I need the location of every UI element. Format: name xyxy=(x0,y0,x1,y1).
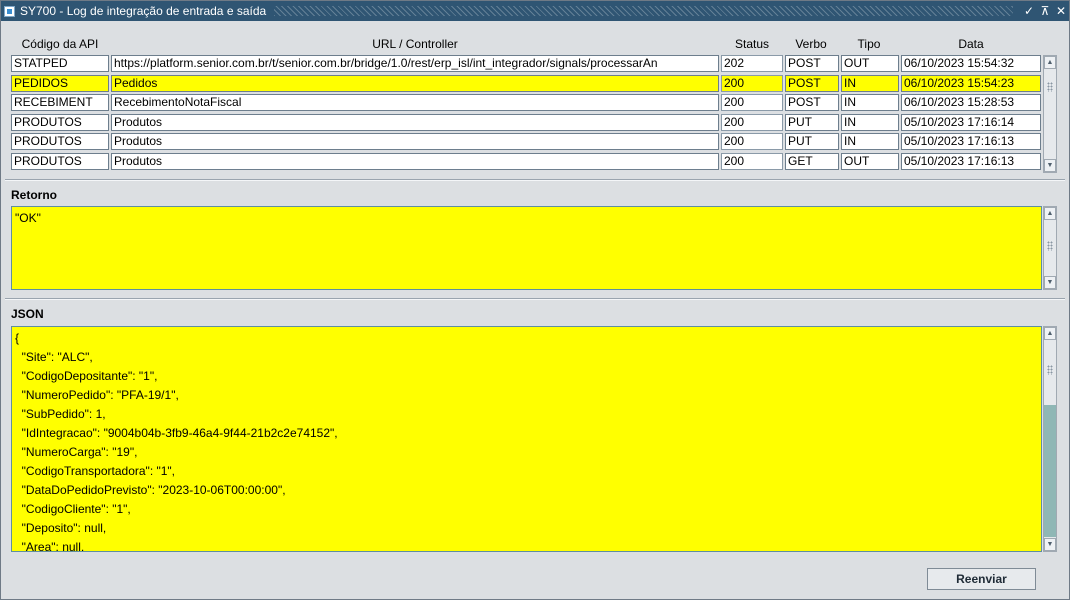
cell-verbo[interactable]: PUT xyxy=(785,113,839,131)
cell-tipo[interactable]: IN xyxy=(841,94,899,111)
header-codigo-api: Código da API xyxy=(21,37,99,51)
cell-api[interactable]: PEDIDOS xyxy=(11,74,109,92)
cell-verbo[interactable]: PUT xyxy=(785,133,839,150)
json-line: "CodigoTransportadora": "1", xyxy=(15,464,176,478)
header-url-controller: URL / Controller xyxy=(372,37,458,51)
retorno-field[interactable]: "OK" xyxy=(11,206,1042,290)
scroll-down-icon[interactable]: ▼ xyxy=(1044,159,1056,172)
cell-data[interactable]: 06/10/2023 15:54:32 xyxy=(901,55,1041,72)
cell-api[interactable]: RECEBIMENT xyxy=(11,94,109,111)
divider xyxy=(5,298,1065,300)
cell-tipo[interactable]: IN xyxy=(841,133,899,150)
cell-url[interactable]: RecebimentoNotaFiscal xyxy=(111,94,719,111)
scroll-up-icon[interactable]: ▲ xyxy=(1044,207,1056,220)
json-line: "Area": null, xyxy=(15,540,85,552)
window-title: SY700 - Log de integração de entrada e s… xyxy=(20,4,267,18)
json-line: "NumeroPedido": "PFA-19/1", xyxy=(15,388,179,402)
cell-data[interactable]: 06/10/2023 15:54:23 xyxy=(901,74,1041,92)
json-line: "Site": "ALC", xyxy=(15,350,93,364)
header-tipo: Tipo xyxy=(857,37,881,51)
cell-api[interactable]: PRODUTOS xyxy=(11,152,109,170)
scroll-grip[interactable] xyxy=(1047,82,1053,92)
cell-tipo[interactable]: OUT xyxy=(841,152,899,170)
cell-status[interactable]: 200 xyxy=(721,113,783,131)
cell-status[interactable]: 200 xyxy=(721,152,783,170)
json-line: "DataDoPedidoPrevisto": "2023-10-06T00:0… xyxy=(15,483,286,497)
cell-url[interactable]: Produtos xyxy=(111,113,719,131)
cell-data[interactable]: 05/10/2023 17:16:14 xyxy=(901,113,1041,131)
cell-url[interactable]: Produtos xyxy=(111,152,719,170)
json-field[interactable]: { "Site": "ALC", "CodigoDepositante": "1… xyxy=(11,326,1042,552)
json-line: "CodigoDepositante": "1", xyxy=(15,369,158,383)
title-pattern xyxy=(274,6,1013,16)
cell-tipo[interactable]: OUT xyxy=(841,55,899,72)
json-line: { xyxy=(15,331,20,345)
app-icon xyxy=(4,5,15,17)
header-data: Data xyxy=(958,37,984,51)
retorno-label: Retorno xyxy=(11,188,57,202)
cell-status[interactable]: 200 xyxy=(721,133,783,150)
cell-api[interactable]: PRODUTOS xyxy=(11,133,109,150)
cell-verbo[interactable]: POST xyxy=(785,94,839,111)
cell-url[interactable]: Pedidos xyxy=(111,74,719,92)
close-icon[interactable]: ✕ xyxy=(1053,4,1069,18)
header-verbo: Verbo xyxy=(795,37,827,51)
cell-status[interactable]: 202 xyxy=(721,55,783,72)
cell-status[interactable]: 200 xyxy=(721,94,783,111)
retorno-scrollbar[interactable]: ▲ ▼ xyxy=(1043,206,1057,290)
cell-api[interactable]: PRODUTOS xyxy=(11,113,109,131)
cell-api[interactable]: STATPED xyxy=(11,55,109,72)
cell-data[interactable]: 05/10/2023 17:16:13 xyxy=(901,152,1041,170)
scroll-thumb[interactable] xyxy=(1044,405,1056,537)
scroll-grip[interactable] xyxy=(1047,365,1053,375)
cell-verbo[interactable]: POST xyxy=(785,55,839,72)
scroll-down-icon[interactable]: ▼ xyxy=(1044,276,1056,289)
reenviar-button[interactable]: Reenviar xyxy=(927,568,1036,590)
cell-url[interactable]: https://platform.senior.com.br/t/senior.… xyxy=(111,55,719,72)
json-label: JSON xyxy=(11,307,44,321)
grid-scrollbar[interactable]: ▲ ▼ xyxy=(1043,55,1057,173)
json-line: "CodigoCliente": "1", xyxy=(15,502,131,516)
cell-status[interactable]: 200 xyxy=(721,74,783,92)
cell-url[interactable]: Produtos xyxy=(111,133,719,150)
cell-tipo[interactable]: IN xyxy=(841,113,899,131)
divider xyxy=(5,179,1065,181)
json-line: "SubPedido": 1, xyxy=(15,407,106,421)
json-line: "NumeroCarga": "19", xyxy=(15,445,138,459)
sy700-window: SY700 - Log de integração de entrada e s… xyxy=(0,0,1070,600)
scroll-up-icon[interactable]: ▲ xyxy=(1044,327,1056,340)
cell-data[interactable]: 05/10/2023 17:16:13 xyxy=(901,133,1041,150)
cell-verbo[interactable]: POST xyxy=(785,74,839,92)
scroll-down-icon[interactable]: ▼ xyxy=(1044,538,1056,551)
title-bar[interactable]: SY700 - Log de integração de entrada e s… xyxy=(1,1,1069,21)
scroll-up-icon[interactable]: ▲ xyxy=(1044,56,1056,69)
minimize-icon[interactable]: ✓ xyxy=(1021,4,1037,18)
scroll-grip[interactable] xyxy=(1047,241,1053,251)
json-line: "IdIntegracao": "9004b04b-3fb9-46a4-9f44… xyxy=(15,426,338,440)
maximize-icon[interactable]: ⊼ xyxy=(1037,4,1053,18)
cell-data[interactable]: 06/10/2023 15:28:53 xyxy=(901,94,1041,111)
cell-tipo[interactable]: IN xyxy=(841,74,899,92)
cell-verbo[interactable]: GET xyxy=(785,152,839,170)
json-scrollbar[interactable]: ▲ ▼ xyxy=(1043,326,1057,552)
json-line: "Deposito": null, xyxy=(15,521,107,535)
header-status: Status xyxy=(734,37,770,51)
